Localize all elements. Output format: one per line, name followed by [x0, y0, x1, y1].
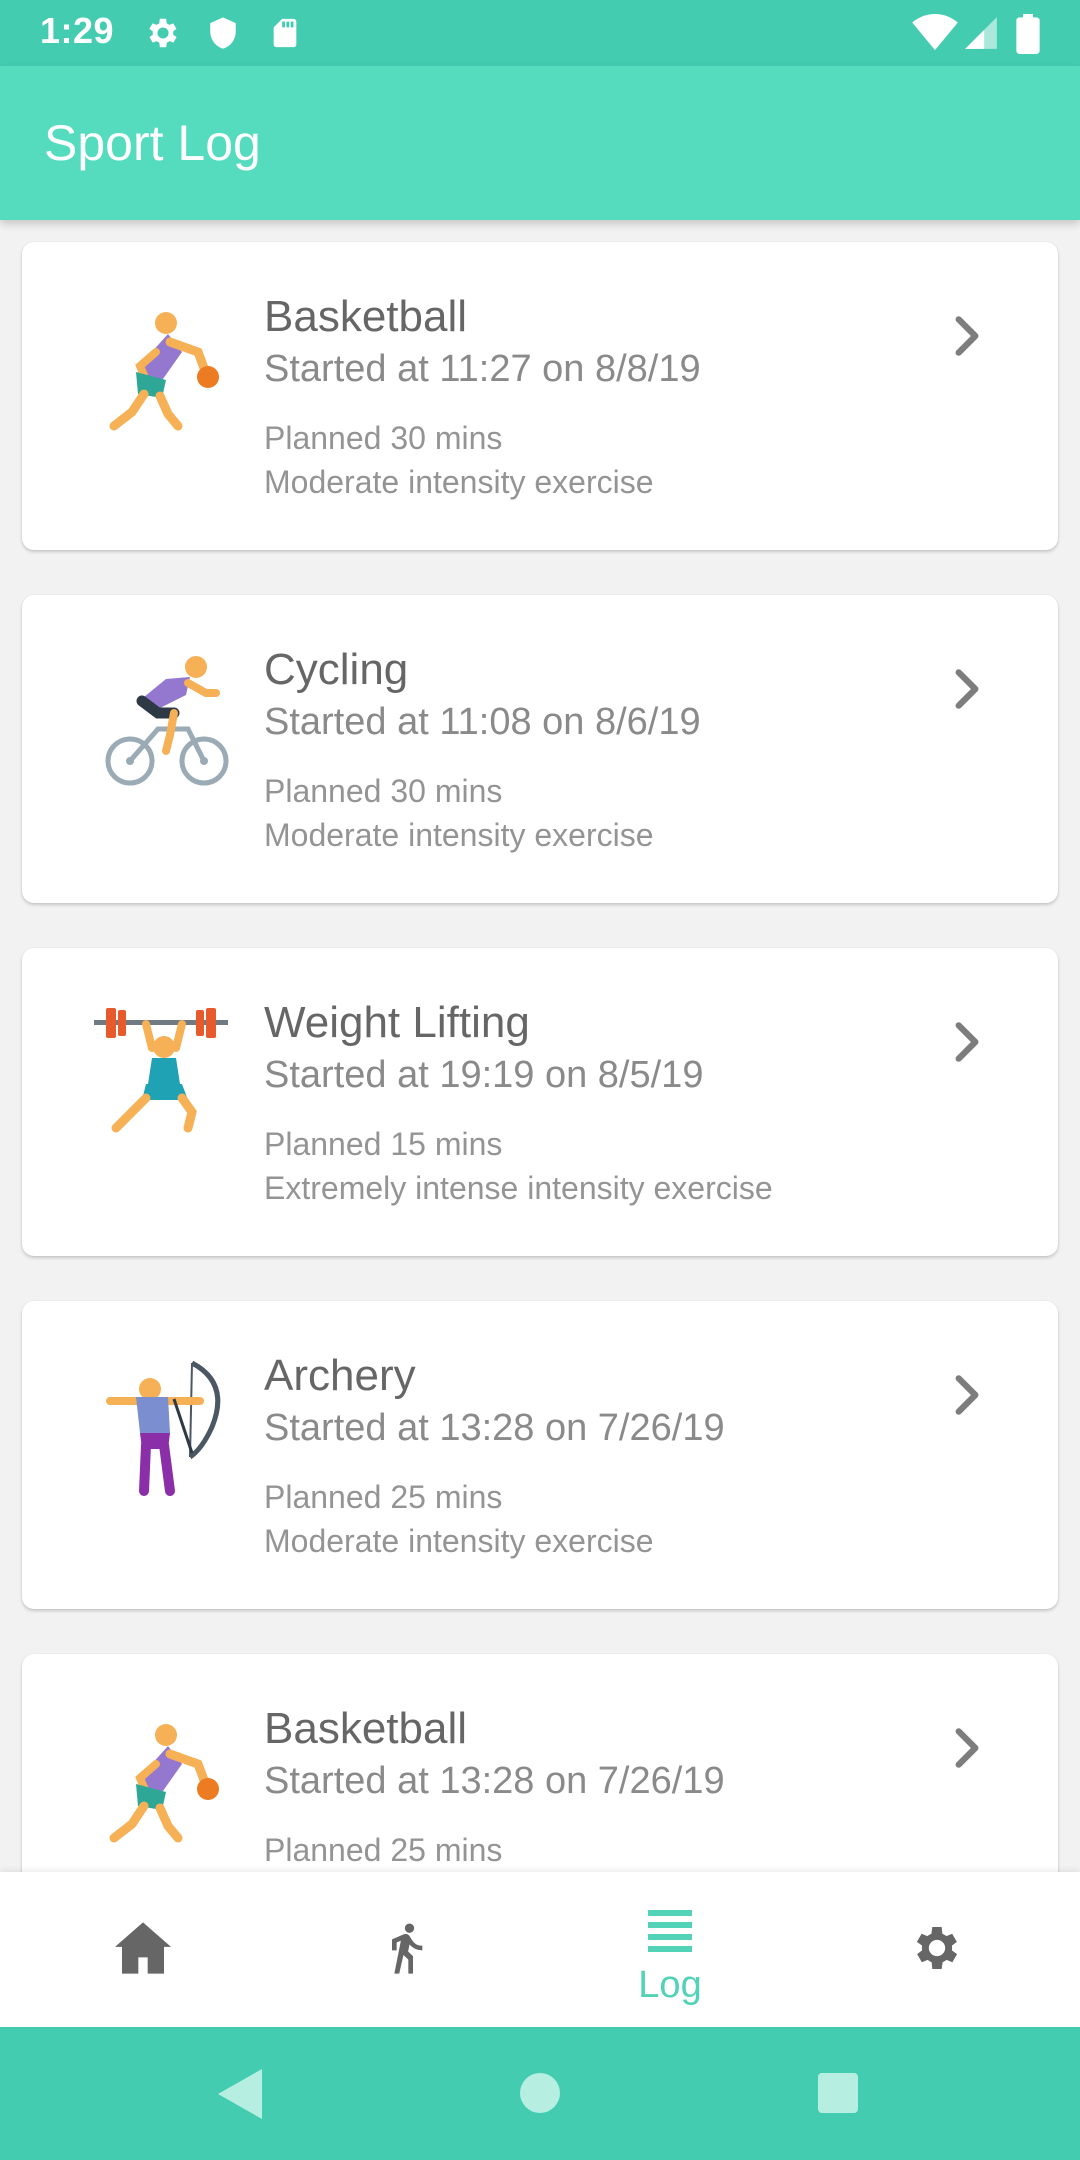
page-title: Sport Log — [44, 115, 261, 171]
log-card[interactable]: Archery Started at 13:28 on 7/26/19 Plan… — [22, 1301, 1058, 1609]
home-icon — [115, 1922, 171, 1974]
list-icon — [648, 1910, 692, 1952]
nav-home[interactable] — [7, 1872, 277, 2027]
planned-duration: Planned 25 mins — [264, 1479, 503, 1515]
sport-name: Basketball — [264, 292, 468, 341]
intensity: Moderate intensity exercise — [264, 464, 654, 500]
sport-name: Weight Lifting — [264, 998, 530, 1047]
recents-icon[interactable] — [818, 2073, 858, 2113]
status-time: 1:29 — [40, 10, 115, 51]
log-card[interactable]: Basketball Started at 11:27 on 8/8/19 Pl… — [22, 242, 1058, 550]
sport-name: Basketball — [264, 1704, 468, 1753]
basketball-player-icon — [109, 312, 219, 431]
planned-duration: Planned 25 mins — [264, 1832, 503, 1868]
start-time: Started at 11:27 on 8/8/19 — [264, 348, 701, 390]
cellular-signal-icon — [965, 17, 997, 49]
running-icon — [392, 1923, 423, 1974]
start-time: Started at 11:08 on 8/6/19 — [264, 701, 701, 743]
chevron-right-icon[interactable] — [942, 657, 992, 721]
sport-log-list[interactable]: Basketball Started at 11:27 on 8/8/19 Pl… — [0, 220, 1080, 1872]
chevron-right-icon[interactable] — [942, 304, 992, 368]
nav-activity[interactable] — [270, 1872, 540, 2027]
gear-icon — [916, 1927, 958, 1969]
chevron-right-icon[interactable] — [942, 1363, 992, 1427]
cyclist-icon — [105, 656, 229, 786]
start-time: Started at 13:28 on 7/26/19 — [264, 1760, 725, 1802]
planned-duration: Planned 30 mins — [264, 420, 503, 456]
back-icon[interactable] — [218, 2069, 262, 2119]
settings-status-icon — [149, 18, 177, 48]
chevron-right-icon[interactable] — [942, 1010, 992, 1074]
sport-name: Cycling — [264, 645, 409, 694]
intensity: Moderate intensity exercise — [264, 1523, 654, 1559]
log-card[interactable]: Cycling Started at 11:08 on 8/6/19 Plann… — [22, 595, 1058, 903]
wifi-icon — [912, 14, 958, 51]
status-bar: 1:29 — [0, 0, 1080, 66]
start-time: Started at 13:28 on 7/26/19 — [264, 1407, 725, 1449]
nav-log-label: Log — [638, 1964, 702, 2006]
weightlifter-icon — [94, 1008, 228, 1133]
home-button-icon[interactable] — [520, 2073, 560, 2113]
bottom-navigation: Log — [0, 1872, 1080, 2027]
intensity: Extremely intense intensity exercise — [264, 1170, 773, 1206]
nav-settings[interactable] — [801, 1872, 1071, 2027]
shield-status-icon — [210, 17, 236, 49]
planned-duration: Planned 30 mins — [264, 773, 503, 809]
chevron-right-icon[interactable] — [942, 1716, 992, 1780]
app-bar: Sport Log — [0, 66, 1080, 220]
nav-log[interactable]: Log — [535, 1872, 805, 2027]
battery-icon — [1016, 14, 1040, 54]
planned-duration: Planned 15 mins — [264, 1126, 503, 1162]
basketball-player-icon — [109, 1724, 219, 1843]
log-card[interactable]: Weight Lifting Started at 19:19 on 8/5/1… — [22, 948, 1058, 1256]
sport-name: Archery — [264, 1351, 416, 1400]
sd-card-status-icon — [273, 18, 297, 48]
intensity: Moderate intensity exercise — [264, 817, 654, 853]
system-navigation-bar — [0, 2027, 1080, 2160]
archer-icon — [106, 1360, 221, 1496]
start-time: Started at 19:19 on 8/5/19 — [264, 1054, 704, 1096]
log-card[interactable]: Basketball Started at 13:28 on 7/26/19 P… — [22, 1654, 1058, 1872]
